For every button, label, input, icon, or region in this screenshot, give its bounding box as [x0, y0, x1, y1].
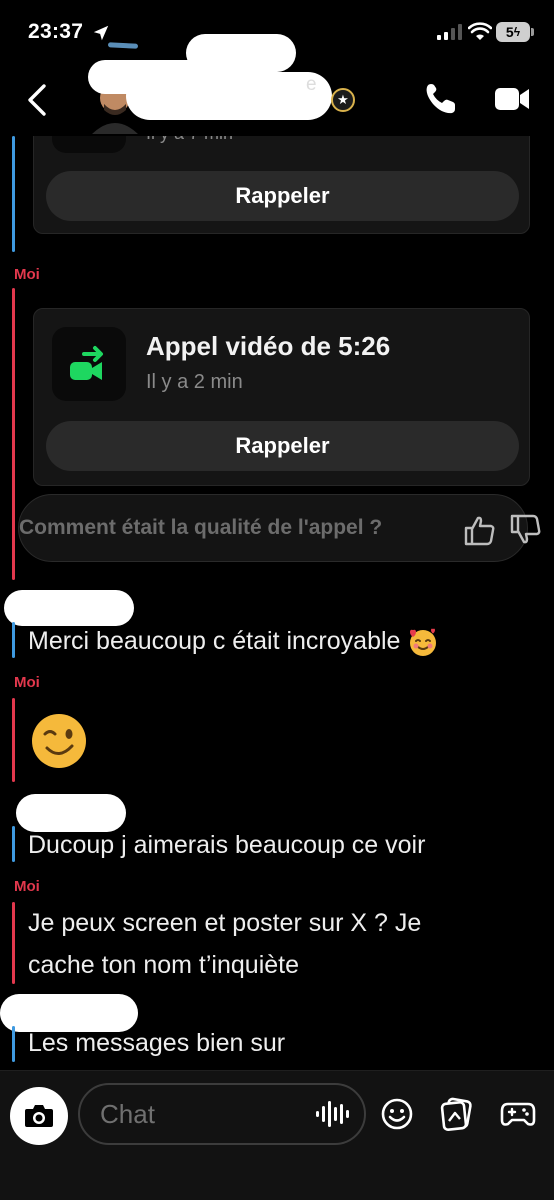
location-arrow-icon: [93, 25, 109, 41]
camera-button[interactable]: [10, 1087, 68, 1145]
sender-bar-me: [12, 902, 15, 984]
sender-bar-other: [12, 136, 15, 252]
back-button[interactable]: [22, 80, 54, 120]
sender-label-me: Moi: [14, 266, 40, 283]
call-icon-box: [52, 136, 126, 153]
thumbs-up-icon[interactable]: [463, 513, 497, 547]
call-card-previous: Il y a 7 min Rappeler: [33, 136, 530, 234]
feedback-prompt: Comment était la qualité de l'appel ?: [19, 516, 383, 539]
winking-face-icon: [32, 714, 86, 768]
thumbs-down-icon[interactable]: [509, 513, 543, 547]
chat-thread: Il y a 7 min Rappeler Moi Appel vidéo de…: [0, 136, 554, 1070]
call-title: Appel vidéo de 5:26: [146, 331, 391, 361]
message-text: Les messages bien sur: [28, 1029, 286, 1057]
sender-bar-me: [12, 698, 15, 782]
message-text: Merci beaucoup c était incroyable: [28, 620, 439, 662]
recall-button[interactable]: Rappeler: [46, 421, 519, 471]
composer-bar: [0, 1070, 554, 1200]
battery-indicator: 5ϟ: [496, 22, 530, 42]
wifi-icon: [468, 22, 492, 40]
message-line: Je peux screen et poster sur X ? Je: [28, 909, 422, 937]
message-text: Ducoup j aimerais beaucoup ce voir: [28, 831, 426, 859]
sender-bar-other: [12, 1026, 15, 1062]
battery-level: 5: [505, 24, 514, 40]
signal-icon: [437, 24, 462, 40]
charging-bolt-icon: ϟ: [513, 25, 521, 39]
redacted-name: [186, 34, 296, 72]
video-call-outgoing-icon: [70, 346, 103, 380]
decorative-stroke: [107, 42, 139, 49]
call-time: Il y a 7 min: [146, 136, 233, 144]
phone-call-button[interactable]: [424, 82, 458, 116]
chat-header: e ★: [0, 34, 554, 136]
status-time: 23:37: [28, 20, 84, 43]
star-badge-icon: ★: [331, 88, 355, 112]
redacted-name: [126, 72, 332, 120]
recall-button[interactable]: Rappeler: [46, 171, 519, 221]
call-quality-feedback: Comment était la qualité de l'appel ?: [18, 494, 541, 562]
sender-bar-other: [12, 826, 15, 862]
emoji-smile-icon[interactable]: [380, 1097, 414, 1131]
game-controller-icon[interactable]: [500, 1098, 536, 1130]
sender-bar-me: [12, 288, 15, 580]
message-text: Je peux screen et poster sur X ? Je cach…: [28, 902, 421, 986]
call-card: Appel vidéo de 5:26 Il y a 2 min Rappele…: [33, 308, 530, 486]
smiling-face-with-hearts-icon: [410, 629, 437, 657]
sender-label-me: Moi: [14, 674, 40, 691]
camera-icon: [25, 1105, 53, 1127]
video-call-button[interactable]: [494, 84, 530, 114]
call-time: Il y a 2 min: [146, 371, 243, 393]
contact-name-fragment: e: [306, 74, 317, 95]
battery-tip: [531, 28, 534, 36]
sticker-icon[interactable]: [440, 1097, 474, 1131]
call-icon-box: [52, 327, 126, 401]
voice-waveform-icon[interactable]: [314, 1099, 350, 1129]
sender-bar-other: [12, 622, 15, 658]
message-line: cache ton nom t’inquiète: [28, 951, 300, 979]
sender-label-me: Moi: [14, 878, 40, 895]
message-body: Merci beaucoup c était incroyable: [28, 627, 401, 655]
